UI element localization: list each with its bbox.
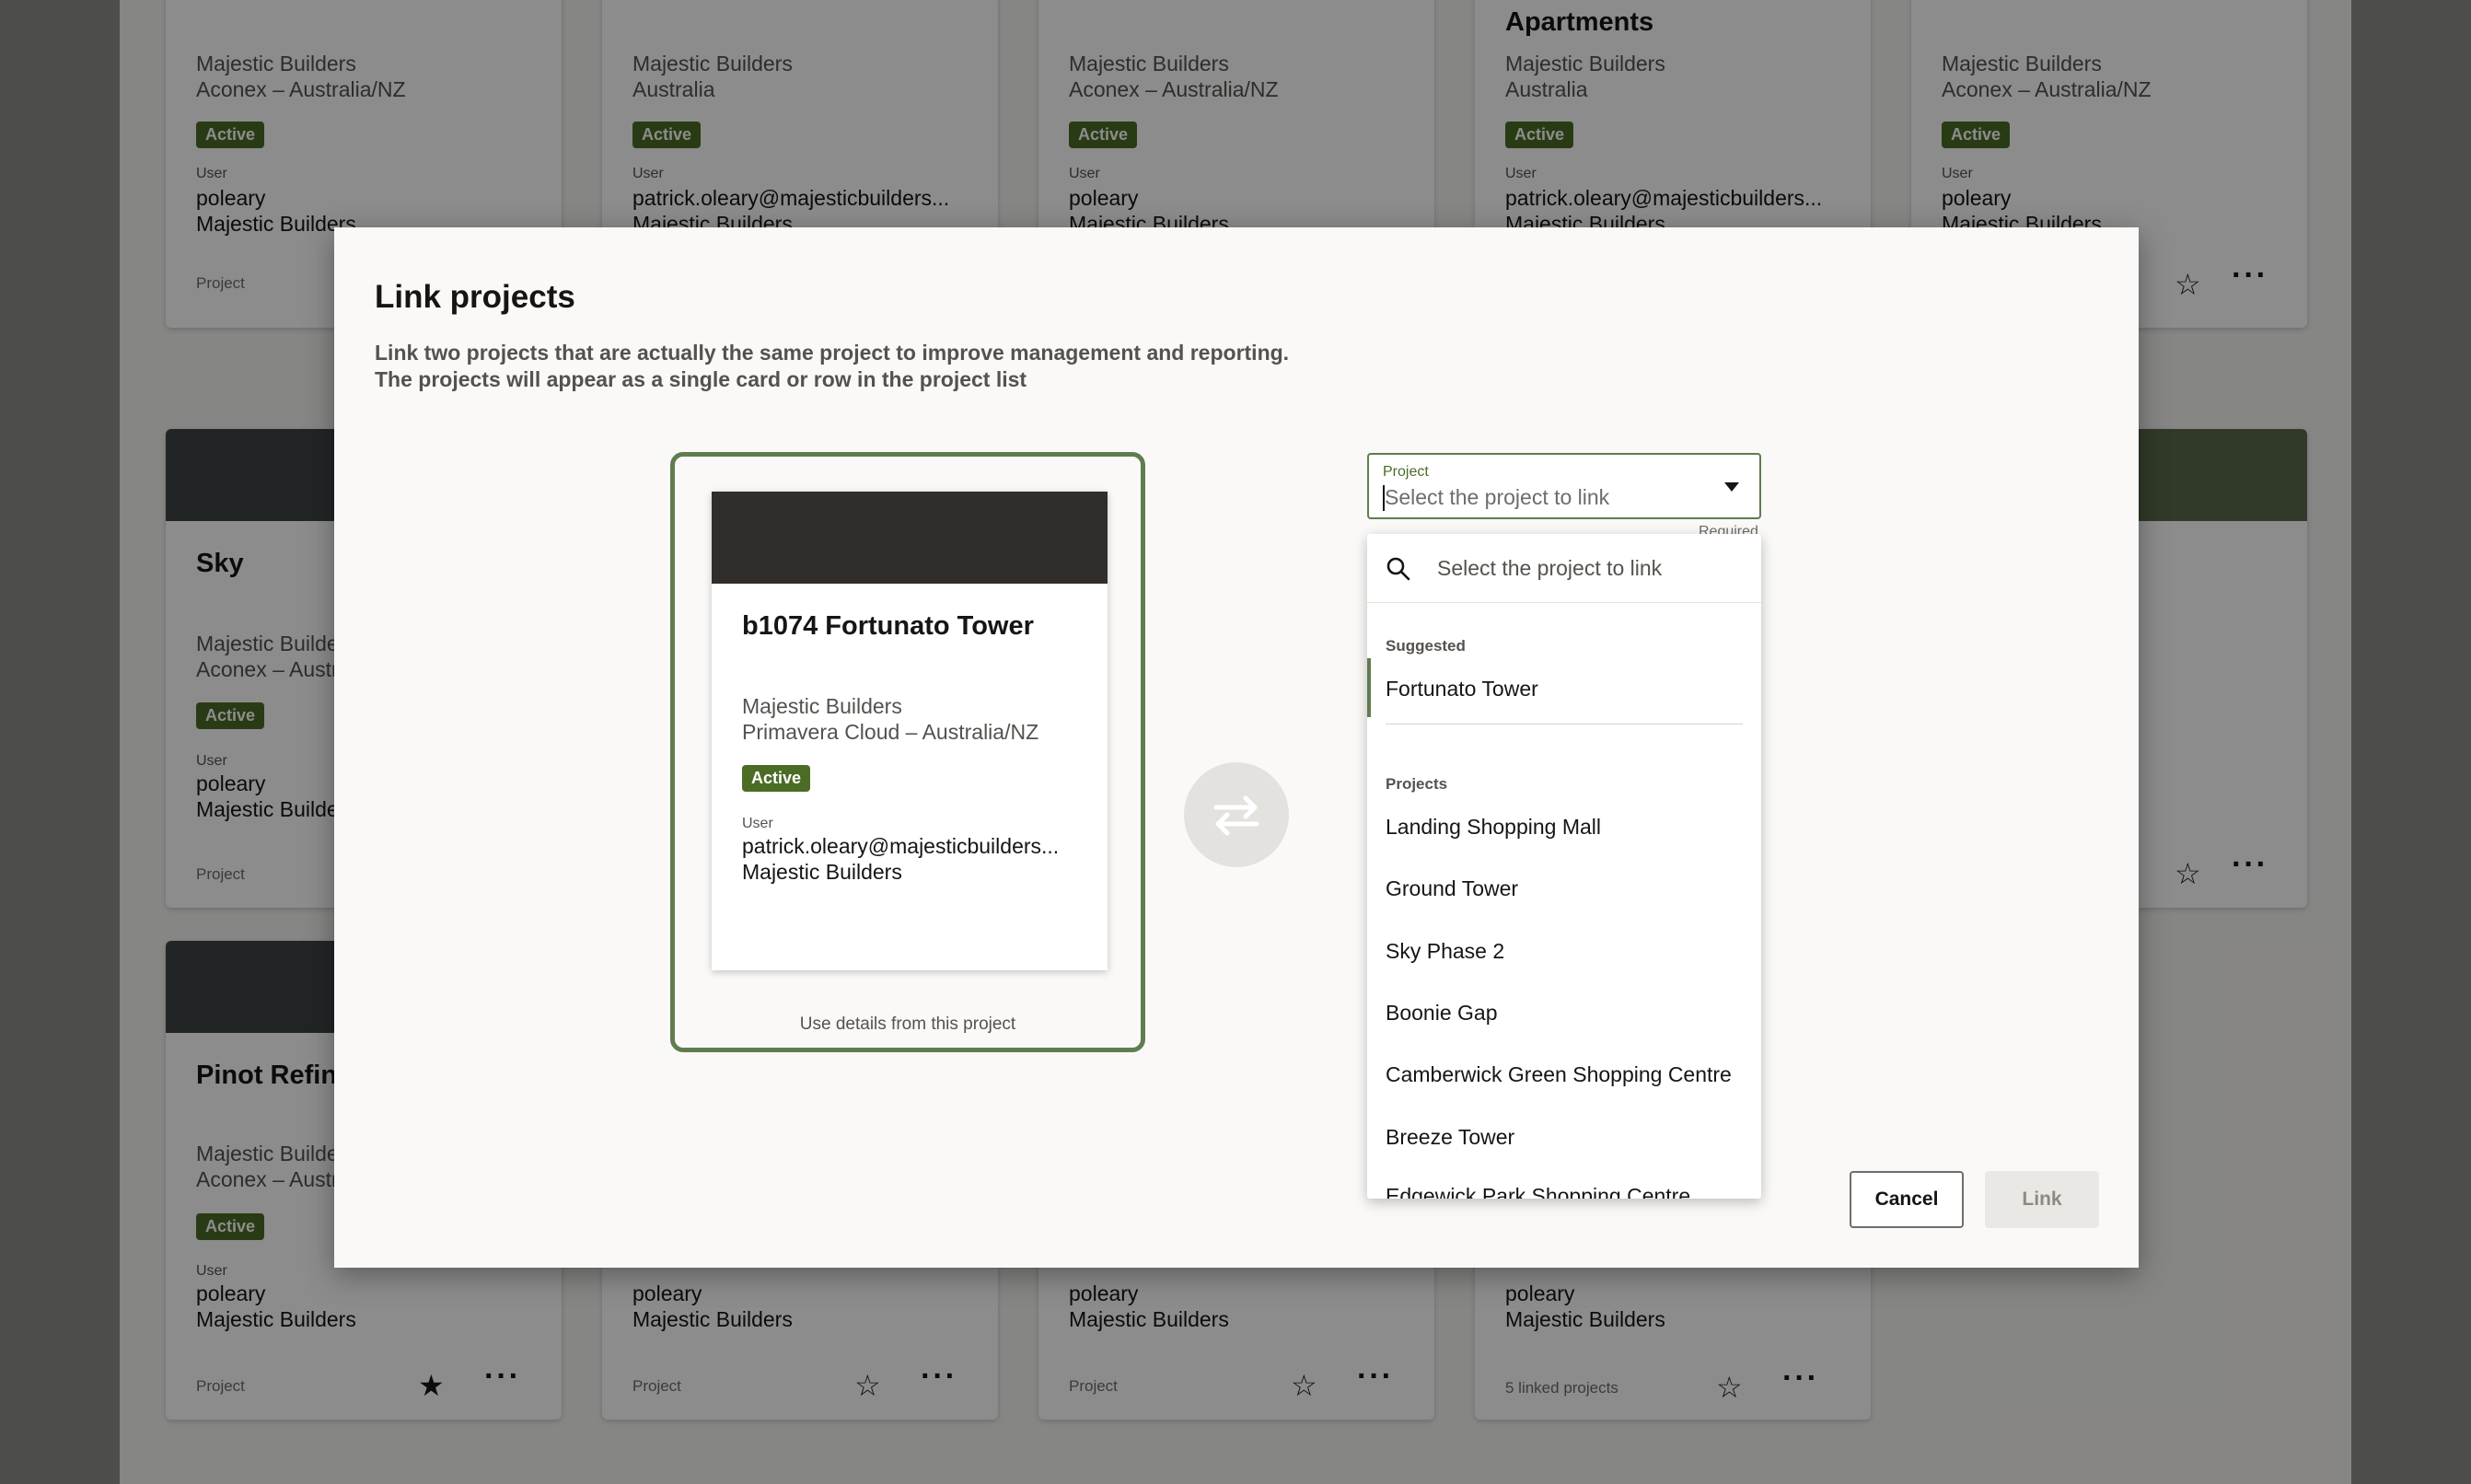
link-projects-dialog: Link projects Link two projects that are… <box>334 227 2139 1268</box>
chevron-down-icon[interactable] <box>1724 482 1739 492</box>
focused-item-indicator <box>1367 658 1371 717</box>
swap-button[interactable] <box>1184 762 1289 867</box>
dropdown-option[interactable]: Camberwick Green Shopping Centre <box>1386 1062 1732 1087</box>
card-user: patrick.oleary@majesticbuilders... <box>742 834 1060 858</box>
use-details-caption: Use details from this project <box>799 1014 1016 1034</box>
card-banner-image <box>712 492 1108 584</box>
dialog-title: Link projects <box>375 279 575 315</box>
dropdown-option[interactable]: Landing Shopping Mall <box>1386 815 1601 840</box>
dropdown-option[interactable]: Sky Phase 2 <box>1386 939 1504 964</box>
dropdown-option-suggested[interactable]: Fortunato Tower <box>1386 677 1538 701</box>
project-field-placeholder: Select the project to link <box>1385 485 1610 509</box>
card-title: b1074 Fortunato Tower <box>742 611 1034 641</box>
dropdown-search[interactable]: Select the project to link <box>1367 534 1761 603</box>
suggested-heading: Suggested <box>1386 637 1466 655</box>
projects-heading: Projects <box>1386 775 1448 793</box>
project-field-label: Project <box>1383 464 1429 480</box>
dropdown-divider <box>1386 724 1743 725</box>
card-user-label: User <box>742 816 773 831</box>
dropdown-search-input[interactable]: Select the project to link <box>1437 556 1662 581</box>
project-select-field[interactable]: Project Select the project to link <box>1367 453 1761 519</box>
selected-project-option[interactable]: b1074 Fortunato Tower Majestic Builders … <box>670 452 1145 1052</box>
dialog-description: Link two projects that are actually the … <box>375 340 1387 393</box>
dropdown-option[interactable]: Edgewick Park Shopping Centre <box>1386 1184 1690 1199</box>
cancel-button[interactable]: Cancel <box>1850 1171 1964 1228</box>
project-dropdown[interactable]: Select the project to link Suggested For… <box>1367 534 1761 1199</box>
dropdown-option[interactable]: Boonie Gap <box>1386 1001 1497 1026</box>
selected-project-card: b1074 Fortunato Tower Majestic Builders … <box>712 492 1108 970</box>
card-region: Primavera Cloud – Australia/NZ <box>742 720 1039 744</box>
dialog-description-line-2: The projects will appear as a single car… <box>375 367 1027 391</box>
search-icon <box>1386 557 1410 581</box>
dialog-description-line-1: Link two projects that are actually the … <box>375 341 1290 365</box>
card-company: Majestic Builders <box>742 694 902 718</box>
dropdown-option[interactable]: Ground Tower <box>1386 876 1518 901</box>
link-button[interactable]: Link <box>1985 1171 2099 1228</box>
swap-arrows-icon <box>1213 795 1259 836</box>
dropdown-option[interactable]: Breeze Tower <box>1386 1125 1514 1150</box>
status-badge: Active <box>742 765 811 792</box>
card-org: Majestic Builders <box>742 860 902 884</box>
